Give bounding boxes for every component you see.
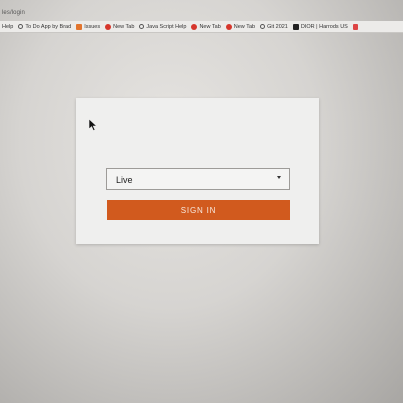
bookmark-label: New Tab (113, 23, 135, 30)
dior-icon (292, 23, 299, 30)
environment-select-value: Live (116, 175, 133, 185)
address-bar-url[interactable]: les/login (2, 10, 25, 16)
bookmarks-bar: Help To Do App by Brad Issues New Tab Ja… (0, 21, 403, 33)
bookmark-new-tab[interactable]: New Tab (105, 23, 135, 30)
environment-select[interactable]: Live (106, 168, 290, 190)
bookmark-label: New Tab (233, 23, 256, 30)
new-tab-icon (225, 23, 232, 30)
bookmark-help[interactable]: Help (2, 24, 13, 30)
mouse-cursor-icon (88, 118, 98, 131)
bookmark-label: Java Script Help (146, 23, 187, 30)
new-tab-icon (105, 23, 112, 30)
chevron-down-icon (277, 176, 281, 179)
bookmark-label: Git 2021 (267, 23, 288, 30)
bookmark-javascript-help[interactable]: Java Script Help (139, 24, 186, 30)
new-tab-icon (191, 23, 198, 30)
globe-icon (260, 24, 266, 29)
bookmark-new-tab[interactable]: New Tab (225, 23, 256, 30)
bookmark-issues[interactable]: Issues (76, 23, 101, 30)
bookmark-label: Help (2, 23, 14, 30)
login-card: Live SIGN IN (76, 98, 319, 244)
globe-icon (139, 24, 145, 29)
bookmark-label: Issues (84, 23, 101, 30)
bookmark-gmail[interactable] (352, 23, 358, 30)
bookmark-label: DIOR | Harrods US (300, 23, 348, 30)
issues-icon (76, 23, 83, 30)
bookmark-new-tab[interactable]: New Tab (191, 23, 221, 30)
sign-in-button[interactable]: SIGN IN (107, 200, 290, 220)
gmail-icon (352, 23, 358, 30)
globe-icon (18, 24, 24, 29)
bookmark-label: To Do App by Brad (25, 23, 72, 30)
bookmark-todo-app[interactable]: To Do App by Brad (18, 24, 71, 30)
bookmark-label: New Tab (199, 23, 221, 30)
bookmark-git-2021[interactable]: Git 2021 (260, 24, 288, 30)
bookmark-dior-harrods[interactable]: DIOR | Harrods US (292, 23, 348, 30)
